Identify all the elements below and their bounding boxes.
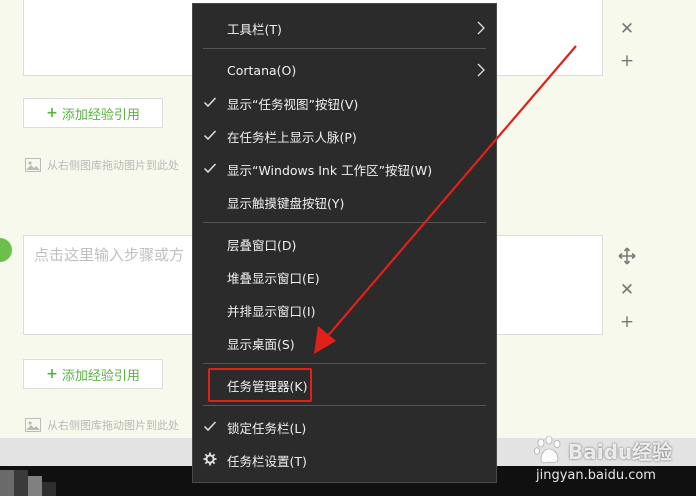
image-icon (25, 418, 41, 432)
taskbar-app-thumbnail[interactable] (0, 470, 58, 496)
menu-item-cascade-windows[interactable]: 层叠窗口(D) (193, 228, 496, 260)
chevron-right-icon (477, 21, 485, 35)
plus-icon: + (46, 366, 58, 382)
plus-icon: + (46, 105, 58, 121)
menu-item-stack-windows[interactable]: 堆叠显示窗口(E) (193, 261, 496, 293)
check-icon (203, 163, 217, 174)
add-reference-label: 添加经验引用 (61, 368, 140, 384)
check-icon (203, 97, 217, 108)
plus-icon[interactable]: + (618, 313, 636, 331)
menu-item-cortana[interactable]: Cortana(O) (193, 54, 496, 86)
step-number-badge (0, 238, 12, 262)
menu-item-task-manager[interactable]: 任务管理器(K) (193, 369, 496, 401)
image-drop-hint-text: 从右侧图库拖动图片到此处 (47, 419, 179, 432)
menu-item-label: Cortana(O) (227, 62, 297, 78)
menu-item-label: 锁定任务栏(L) (227, 420, 307, 436)
menu-separator (203, 363, 486, 364)
menu-item-label: 显示“Windows Ink 工作区”按钮(W) (227, 162, 433, 178)
close-icon[interactable]: ✕ (618, 281, 636, 299)
add-reference-button[interactable]: + 添加经验引用 (23, 98, 163, 128)
menu-item-label: 显示桌面(S) (227, 336, 295, 352)
menu-item-taskbar-settings[interactable]: 任务栏设置(T) (193, 444, 496, 476)
menu-item-label: 工具栏(T) (227, 21, 282, 37)
menu-item-show-desktop[interactable]: 显示桌面(S) (193, 327, 496, 359)
menu-item-show-windows-ink[interactable]: 显示“Windows Ink 工作区”按钮(W) (193, 153, 496, 185)
image-drop-hint-text: 从右侧图库拖动图片到此处 (47, 159, 179, 172)
taskbar-context-menu: 工具栏(T) Cortana(O) 显示“任务视图”按钮(V) 在任务栏上显示人… (192, 3, 497, 483)
chevron-right-icon (477, 63, 485, 77)
add-reference-button[interactable]: + 添加经验引用 (23, 359, 163, 389)
menu-item-label: 显示“任务视图”按钮(V) (227, 96, 359, 112)
menu-item-side-by-side-windows[interactable]: 并排显示窗口(I) (193, 294, 496, 326)
menu-item-toolbars[interactable]: 工具栏(T) (193, 12, 496, 44)
check-icon (203, 130, 217, 141)
menu-item-show-task-view[interactable]: 显示“任务视图”按钮(V) (193, 87, 496, 119)
menu-item-label: 显示触摸键盘按钮(Y) (227, 195, 345, 211)
image-drop-hint: 从右侧图库拖动图片到此处 (25, 417, 179, 433)
plus-icon[interactable]: + (618, 52, 636, 70)
menu-separator (203, 405, 486, 406)
menu-separator (203, 48, 486, 49)
image-drop-hint: 从右侧图库拖动图片到此处 (25, 157, 179, 173)
menu-item-label: 堆叠显示窗口(E) (227, 270, 320, 286)
move-icon[interactable] (618, 247, 636, 265)
menu-item-label: 在任务栏上显示人脉(P) (227, 129, 357, 145)
image-icon (25, 158, 41, 172)
close-icon[interactable]: ✕ (618, 20, 636, 38)
menu-item-label: 层叠窗口(D) (227, 237, 297, 253)
check-icon (203, 421, 217, 432)
step-placeholder: 点击这里输入步骤或方 (34, 246, 185, 264)
menu-item-label: 任务栏设置(T) (227, 453, 307, 469)
menu-item-label: 任务管理器(K) (227, 378, 308, 394)
menu-item-show-people[interactable]: 在任务栏上显示人脉(P) (193, 120, 496, 152)
menu-separator (203, 222, 486, 223)
menu-item-show-touch-keyboard[interactable]: 显示触摸键盘按钮(Y) (193, 186, 496, 218)
menu-item-label: 并排显示窗口(I) (227, 303, 316, 319)
add-reference-label: 添加经验引用 (61, 107, 140, 123)
gear-icon (203, 452, 217, 466)
menu-item-lock-taskbar[interactable]: 锁定任务栏(L) (193, 411, 496, 443)
